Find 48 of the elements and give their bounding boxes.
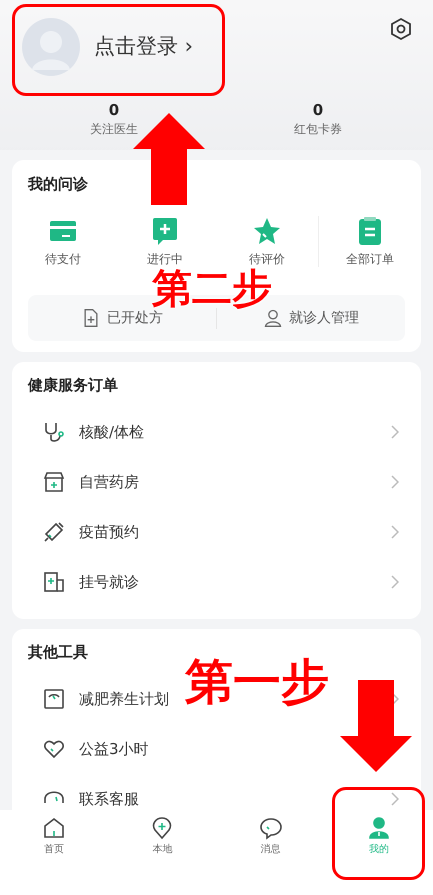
- stethoscope-icon: [42, 420, 66, 444]
- avatar-icon: [22, 18, 80, 76]
- settings-icon[interactable]: [389, 17, 413, 41]
- chevron-right-icon: [391, 575, 399, 589]
- chevron-right-icon: [391, 792, 399, 806]
- section-title: 我的问诊: [26, 174, 89, 194]
- step-label: 第二步: [152, 269, 272, 309]
- stat-value: 0: [108, 100, 120, 120]
- nav-tab[interactable]: 首页: [0, 816, 108, 858]
- arrow-down-icon: [340, 680, 412, 772]
- login-button[interactable]: 点击登录 ›: [94, 31, 194, 63]
- location-plus-icon: [150, 816, 174, 840]
- stat-item[interactable]: 0 关注医生: [12, 100, 216, 138]
- stat-item[interactable]: 0 红包卡券: [216, 100, 420, 138]
- scale-icon: [42, 687, 66, 711]
- stat-label: 关注医生: [90, 121, 138, 138]
- section-title: 其他工具: [27, 642, 89, 662]
- syringe-icon: [42, 520, 66, 544]
- chat-bubble-icon: [258, 816, 283, 840]
- add-chat-icon: [150, 216, 180, 246]
- consult-link[interactable]: 已开处方: [81, 308, 163, 328]
- register-icon: [42, 570, 66, 594]
- store-icon: [42, 470, 66, 494]
- home-icon: [42, 816, 66, 840]
- nav-tab[interactable]: 消息: [216, 816, 325, 858]
- menu-item-label[interactable]: 核酸/体检: [79, 420, 144, 444]
- menu-item-label[interactable]: 联系客服: [79, 788, 139, 810]
- menu-item-label[interactable]: 减肥养生计划: [79, 688, 169, 710]
- person-icon: [263, 308, 283, 328]
- menu-item-label[interactable]: 自营药房: [79, 470, 139, 494]
- consult-item-label[interactable]: 待支付: [45, 251, 81, 267]
- stat-value: 0: [312, 100, 324, 120]
- menu-item-label[interactable]: 公益3小时: [79, 738, 149, 760]
- menu-item-label[interactable]: 疫苗预约: [79, 520, 139, 544]
- star-icon: [252, 216, 282, 246]
- section-title: 健康服务订单: [26, 375, 119, 395]
- step-label: 第一步: [185, 658, 329, 706]
- consult-item-label[interactable]: 进行中: [147, 251, 183, 267]
- nav-tab[interactable]: 本地: [108, 816, 216, 858]
- consult-link[interactable]: 就诊人管理: [263, 308, 359, 328]
- consult-item-label[interactable]: 全部订单: [346, 251, 394, 267]
- chevron-right-icon: [391, 525, 399, 539]
- person-icon: [366, 816, 391, 840]
- menu-item-label[interactable]: 挂号就诊: [79, 570, 139, 594]
- chevron-right-icon: [391, 475, 399, 489]
- stat-label: 红包卡券: [294, 121, 342, 138]
- consult-item-label[interactable]: 待评价: [249, 251, 285, 267]
- chevron-right-icon: [391, 425, 399, 439]
